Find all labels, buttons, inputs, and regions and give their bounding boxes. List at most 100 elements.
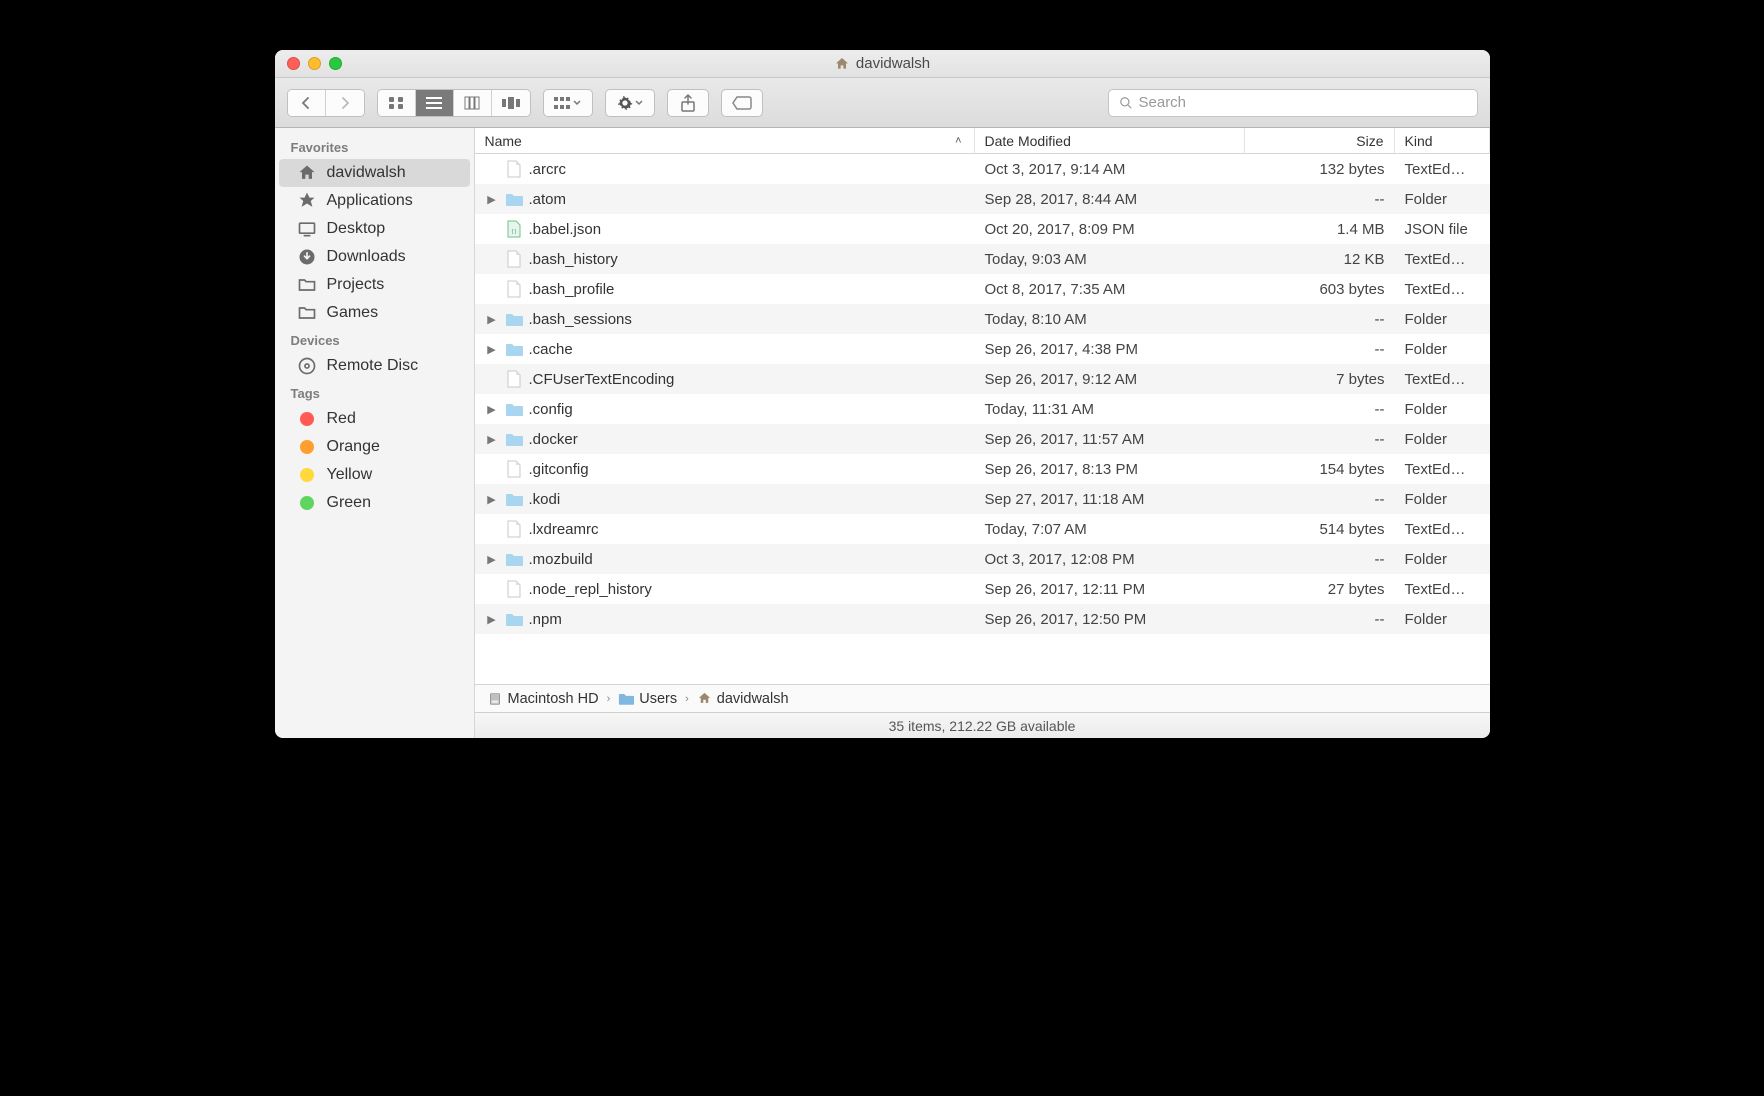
file-size: --: [1245, 394, 1395, 424]
file-kind: Folder: [1395, 184, 1490, 214]
file-name: .docker: [529, 431, 578, 448]
sidebar-item-green[interactable]: Green: [279, 489, 470, 517]
sidebar-item-applications[interactable]: Applications: [279, 187, 470, 215]
arrange-button[interactable]: [543, 89, 593, 117]
sidebar-item-orange[interactable]: Orange: [279, 433, 470, 461]
sidebar-item-remote-disc[interactable]: Remote Disc: [279, 352, 470, 380]
folder-icon: [505, 550, 523, 568]
file-date: Sep 27, 2017, 11:18 AM: [975, 484, 1245, 514]
file-icon: [505, 580, 523, 598]
file-name: .bash_history: [529, 251, 618, 268]
disclosure-triangle[interactable]: ▶: [485, 433, 499, 446]
disclosure-triangle[interactable]: ▶: [485, 343, 499, 356]
file-size: 1.4 MB: [1245, 214, 1395, 244]
file-row[interactable]: ▶.atomSep 28, 2017, 8:44 AM--Folder: [475, 184, 1490, 214]
toolbar: Search: [275, 78, 1490, 128]
folder-icon: [505, 400, 523, 418]
disclosure-triangle[interactable]: ▶: [485, 493, 499, 506]
search-input[interactable]: Search: [1108, 89, 1478, 117]
folder-icon: [505, 340, 523, 358]
file-size: --: [1245, 334, 1395, 364]
share-button[interactable]: [667, 89, 709, 117]
name-column-header[interactable]: Name ˄: [475, 128, 975, 153]
file-row[interactable]: .arcrcOct 3, 2017, 9:14 AM132 bytesTextE…: [475, 154, 1490, 184]
path-separator: ›: [685, 693, 689, 705]
file-row[interactable]: ▶.npmSep 26, 2017, 12:50 PM--Folder: [475, 604, 1490, 634]
sidebar-item-desktop[interactable]: Desktop: [279, 215, 470, 243]
disclosure-triangle[interactable]: ▶: [485, 403, 499, 416]
size-column-header[interactable]: Size: [1245, 128, 1395, 153]
file-size: --: [1245, 424, 1395, 454]
sidebar-item-label: Red: [327, 410, 356, 428]
sidebar-item-downloads[interactable]: Downloads: [279, 243, 470, 271]
sidebar-item-davidwalsh[interactable]: davidwalsh: [279, 159, 470, 187]
disclosure-triangle[interactable]: ▶: [485, 553, 499, 566]
minimize-window-button[interactable]: [308, 57, 321, 70]
file-row[interactable]: ▶.kodiSep 27, 2017, 11:18 AM--Folder: [475, 484, 1490, 514]
file-row[interactable]: ▶.bash_sessionsToday, 8:10 AM--Folder: [475, 304, 1490, 334]
sidebar: FavoritesdavidwalshApplicationsDesktopDo…: [275, 128, 475, 738]
file-size: --: [1245, 484, 1395, 514]
file-row[interactable]: ▶.dockerSep 26, 2017, 11:57 AM--Folder: [475, 424, 1490, 454]
file-row[interactable]: ▶.configToday, 11:31 AM--Folder: [475, 394, 1490, 424]
file-name: .config: [529, 401, 573, 418]
coverflow-view-button[interactable]: [492, 90, 530, 116]
file-size: 154 bytes: [1245, 454, 1395, 484]
file-kind: Folder: [1395, 484, 1490, 514]
kind-column-header[interactable]: Kind: [1395, 128, 1490, 153]
folder-icon: [297, 303, 317, 323]
action-button[interactable]: [605, 89, 655, 117]
file-kind: TextEd…: [1395, 454, 1490, 484]
file-row[interactable]: .CFUserTextEncodingSep 26, 2017, 9:12 AM…: [475, 364, 1490, 394]
file-row[interactable]: ▶.mozbuildOct 3, 2017, 12:08 PM--Folder: [475, 544, 1490, 574]
back-button[interactable]: [288, 90, 326, 116]
file-kind: JSON file: [1395, 214, 1490, 244]
file-kind: TextEd…: [1395, 364, 1490, 394]
tags-button[interactable]: [721, 89, 763, 117]
sidebar-item-red[interactable]: Red: [279, 405, 470, 433]
icon-view-button[interactable]: [378, 90, 416, 116]
sidebar-item-label: Yellow: [327, 466, 373, 484]
file-kind: Folder: [1395, 334, 1490, 364]
file-size: 7 bytes: [1245, 364, 1395, 394]
column-view-button[interactable]: [454, 90, 492, 116]
disclosure-triangle[interactable]: ▶: [485, 313, 499, 326]
file-size: --: [1245, 604, 1395, 634]
titlebar: davidwalsh: [275, 50, 1490, 78]
list-view-button[interactable]: [416, 90, 454, 116]
disclosure-triangle[interactable]: ▶: [485, 613, 499, 626]
path-segment[interactable]: Users: [618, 691, 677, 707]
sidebar-item-games[interactable]: Games: [279, 299, 470, 327]
date-column-header[interactable]: Date Modified: [975, 128, 1245, 153]
tag-icon: [297, 493, 317, 513]
file-row[interactable]: .lxdreamrcToday, 7:07 AM514 bytesTextEd…: [475, 514, 1490, 544]
file-row[interactable]: ▶.cacheSep 26, 2017, 4:38 PM--Folder: [475, 334, 1490, 364]
file-row[interactable]: .bash_historyToday, 9:03 AM12 KBTextEd…: [475, 244, 1490, 274]
path-segment[interactable]: davidwalsh: [697, 691, 789, 707]
status-text: 35 items, 212.22 GB available: [889, 718, 1076, 734]
file-name: .mozbuild: [529, 551, 593, 568]
folder-icon: [505, 190, 523, 208]
file-row[interactable]: .node_repl_historySep 26, 2017, 12:11 PM…: [475, 574, 1490, 604]
file-name: .bash_profile: [529, 281, 615, 298]
home-icon: [297, 163, 317, 183]
file-date: Sep 26, 2017, 12:50 PM: [975, 604, 1245, 634]
forward-button[interactable]: [326, 90, 364, 116]
sidebar-item-yellow[interactable]: Yellow: [279, 461, 470, 489]
path-segment[interactable]: Macintosh HD: [487, 691, 599, 707]
file-row[interactable]: { }.babel.jsonOct 20, 2017, 8:09 PM1.4 M…: [475, 214, 1490, 244]
folder-icon: [505, 430, 523, 448]
path-label: davidwalsh: [717, 691, 789, 707]
disclosure-triangle[interactable]: ▶: [485, 193, 499, 206]
column-headers: Name ˄ Date Modified Size Kind: [475, 128, 1490, 154]
file-name: .atom: [529, 191, 567, 208]
file-date: Sep 26, 2017, 12:11 PM: [975, 574, 1245, 604]
chevron-down-icon: [573, 100, 581, 106]
file-row[interactable]: .gitconfigSep 26, 2017, 8:13 PM154 bytes…: [475, 454, 1490, 484]
file-list[interactable]: .arcrcOct 3, 2017, 9:14 AM132 bytesTextE…: [475, 154, 1490, 684]
close-window-button[interactable]: [287, 57, 300, 70]
zoom-window-button[interactable]: [329, 57, 342, 70]
sidebar-item-projects[interactable]: Projects: [279, 271, 470, 299]
file-row[interactable]: .bash_profileOct 8, 2017, 7:35 AM603 byt…: [475, 274, 1490, 304]
tag-icon: [297, 465, 317, 485]
